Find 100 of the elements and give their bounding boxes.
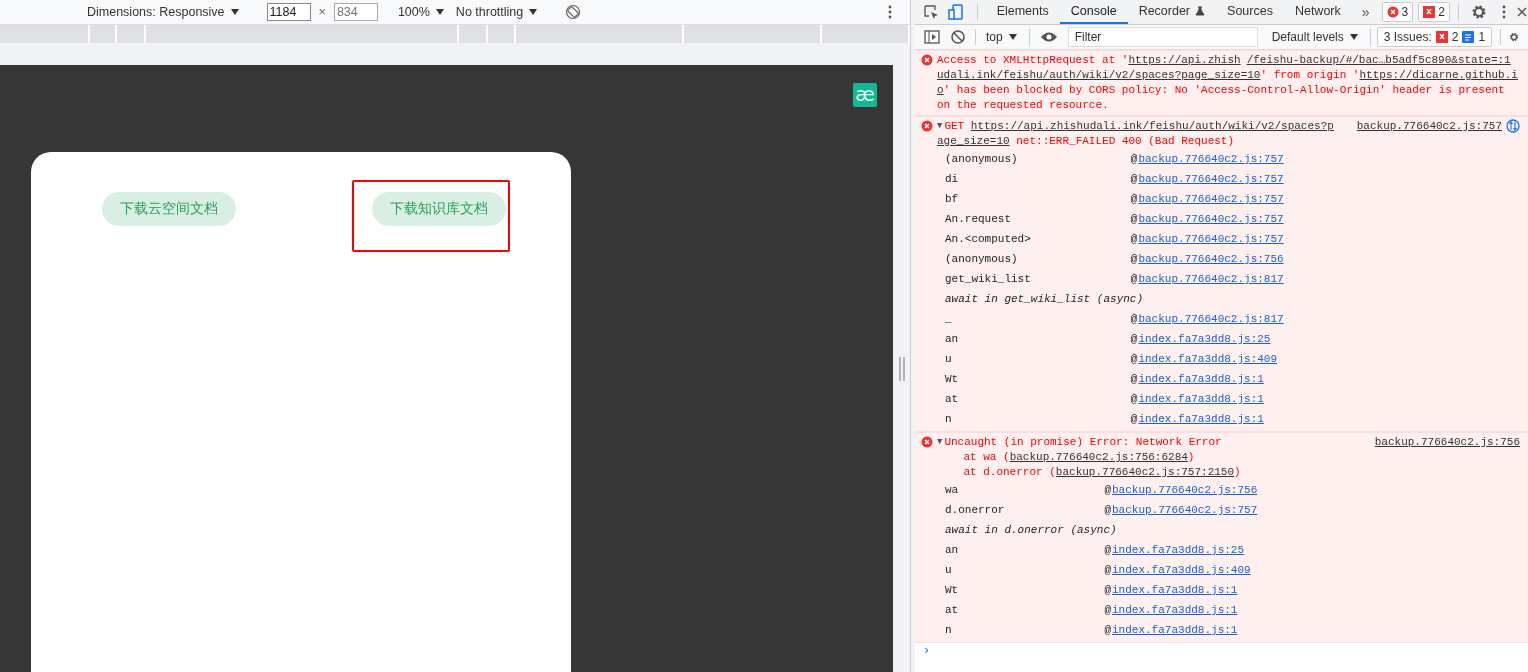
- message-text: ' has been blocked by CORS policy: No 'Access-Control-Allow-Origin' header is present: [943, 83, 1505, 98]
- caret-icon: [529, 9, 538, 15]
- async-marker: await in get_wiki_list (async): [945, 293, 1144, 305]
- stack-function: an: [945, 544, 960, 556]
- filter-field[interactable]: Filter: [1067, 27, 1258, 47]
- at-sign: @: [1104, 484, 1111, 496]
- at-sign: @: [1130, 333, 1138, 345]
- stack-source-link[interactable]: index.fa7a3dd8.js:1: [1138, 413, 1264, 425]
- height-input[interactable]: 834: [333, 3, 378, 21]
- stack-source-link[interactable]: backup.776640c2.js:756: [1112, 484, 1258, 496]
- resize-handle-icon: [898, 356, 905, 381]
- at-sign: @: [1130, 253, 1138, 265]
- at-sign: @: [1104, 504, 1111, 516]
- stack-function: n: [945, 624, 953, 636]
- message-link[interactable]: o: [937, 83, 944, 98]
- caret-icon: [435, 9, 444, 15]
- stack-source-link[interactable]: backup.776640c2.js:757: [1112, 504, 1258, 516]
- log-levels-dropdown[interactable]: Default levels: [1265, 29, 1364, 45]
- stack-source-link[interactable]: backup.776640c2.js:757: [1138, 193, 1284, 205]
- message-text: GET: [944, 119, 966, 134]
- source-link[interactable]: backup.776640c2.js:756: [1374, 435, 1520, 450]
- stack-function: u: [945, 564, 953, 576]
- stack-source-link[interactable]: index.fa7a3dd8.js:1: [1112, 624, 1238, 636]
- dimensions-dropdown[interactable]: Dimensions: Responsive: [87, 5, 239, 19]
- message-text: Uncaught (in promise) Error: Network Error: [944, 435, 1222, 450]
- stack-function: an: [945, 333, 960, 345]
- stack-function: get_wiki_list: [945, 273, 1032, 285]
- stack-source-link[interactable]: backup.776640c2.js:817: [1138, 273, 1284, 285]
- message-link[interactable]: backup.776640c2.js:757:2150: [1055, 465, 1235, 480]
- stack-function: Wt: [945, 373, 960, 385]
- width-input[interactable]: 1184: [266, 3, 311, 21]
- message-text: on the requested resource.: [937, 98, 1109, 113]
- expand-triangle-icon[interactable]: ▼: [937, 435, 943, 450]
- devtools-tab[interactable]: Network: [1283, 0, 1352, 24]
- issue-count-badge[interactable]: 2: [1418, 2, 1450, 22]
- at-sign: @: [1130, 353, 1138, 365]
- stack-source-link[interactable]: backup.776640c2.js:757: [1138, 153, 1284, 165]
- error-count-badge[interactable]: 3: [1381, 2, 1414, 22]
- stack-source-link[interactable]: index.fa7a3dd8.js:409: [1138, 353, 1278, 365]
- stack-function: n: [945, 413, 953, 425]
- error-icon: [921, 120, 933, 132]
- message-link[interactable]: /feishu-backup/#/bac…b5adf5c890&state=:1: [1246, 53, 1511, 68]
- stack-source-link[interactable]: backup.776640c2.js:757: [1138, 173, 1284, 185]
- stack-function: wa: [945, 484, 960, 496]
- message-link[interactable]: udali.ink/feishu/auth/wiki/v2/spaces?page_size=10: [937, 68, 1261, 83]
- message-text: ): [1187, 450, 1195, 465]
- at-sign: @: [1130, 213, 1138, 225]
- stack-source-link[interactable]: backup.776640c2.js:817: [1138, 313, 1284, 325]
- devtools-tab[interactable]: Recorder: [1127, 0, 1217, 24]
- caret-icon: [1349, 34, 1358, 40]
- at-sign: @: [1104, 584, 1111, 596]
- message-link[interactable]: https://api.zhishudali.ink/feishu/auth/wiki/v2/spaces?p: [970, 119, 1334, 134]
- issue-info-icon: [1462, 31, 1475, 43]
- message-link[interactable]: https://dicarne.github.i: [1359, 68, 1518, 83]
- at-sign: @: [1130, 153, 1138, 165]
- message-text: ' from origin ': [1260, 68, 1360, 83]
- more-tabs-chevron[interactable]: »: [1361, 4, 1370, 20]
- at-sign: @: [1130, 193, 1138, 205]
- context-dropdown[interactable]: top: [980, 29, 1023, 45]
- at-sign: @: [1130, 273, 1138, 285]
- stack-source-link[interactable]: index.fa7a3dd8.js:1: [1112, 584, 1238, 596]
- zoom-dropdown[interactable]: 100%: [397, 5, 444, 19]
- expand-triangle-icon[interactable]: ▼: [937, 119, 943, 134]
- at-sign: @: [1104, 544, 1111, 556]
- devtools-tab[interactable]: Elements: [985, 0, 1060, 24]
- error-icon: [1386, 6, 1399, 18]
- message-text: at wa (: [962, 450, 1010, 465]
- stack-source-link[interactable]: index.fa7a3dd8.js:25: [1112, 544, 1245, 556]
- stack-function: An.<computed>: [945, 233, 1032, 245]
- stack-function: Wt: [945, 584, 960, 596]
- caret-icon: [230, 9, 239, 15]
- message-link[interactable]: backup.776640c2.js:756:6284: [1009, 450, 1188, 465]
- stack-source-link[interactable]: backup.776640c2.js:756: [1138, 253, 1284, 265]
- network-request-icon[interactable]: [1506, 119, 1520, 133]
- stack-source-link[interactable]: backup.776640c2.js:757: [1138, 233, 1284, 245]
- at-sign: @: [1104, 564, 1111, 576]
- stack-source-link[interactable]: index.fa7a3dd8.js:409: [1112, 564, 1251, 576]
- at-sign: @: [1104, 604, 1111, 616]
- stack-source-link[interactable]: index.fa7a3dd8.js:1: [1138, 373, 1264, 385]
- message-link[interactable]: https://api.zhish: [1128, 53, 1241, 68]
- source-link[interactable]: backup.776640c2.js:757: [1356, 119, 1502, 134]
- issues-button[interactable]: 3 Issues: 2 1: [1376, 27, 1493, 47]
- at-sign: @: [1130, 173, 1138, 185]
- stack-source-link[interactable]: backup.776640c2.js:757: [1138, 213, 1284, 225]
- console-prompt[interactable]: ›: [923, 644, 931, 658]
- devtools-tab[interactable]: Sources: [1216, 0, 1284, 24]
- stack-function: (anonymous): [945, 253, 1019, 265]
- stack-function: An.request: [945, 213, 1012, 225]
- message-text: net::ERR_FAILED 400 (Bad Request): [1015, 134, 1235, 149]
- stack-function: at: [945, 604, 960, 616]
- at-sign: @: [1104, 624, 1111, 636]
- at-sign: @: [1130, 313, 1138, 325]
- stack-source-link[interactable]: index.fa7a3dd8.js:1: [1138, 393, 1264, 405]
- throttling-dropdown[interactable]: No throttling: [455, 5, 538, 19]
- times-sign: ×: [318, 5, 326, 19]
- message-text: Access to XMLHttpRequest at ': [937, 53, 1129, 68]
- message-link[interactable]: age_size=10: [937, 134, 1010, 149]
- stack-function: bf: [945, 193, 960, 205]
- stack-source-link[interactable]: index.fa7a3dd8.js:1: [1112, 604, 1238, 616]
- stack-source-link[interactable]: index.fa7a3dd8.js:25: [1138, 333, 1271, 345]
